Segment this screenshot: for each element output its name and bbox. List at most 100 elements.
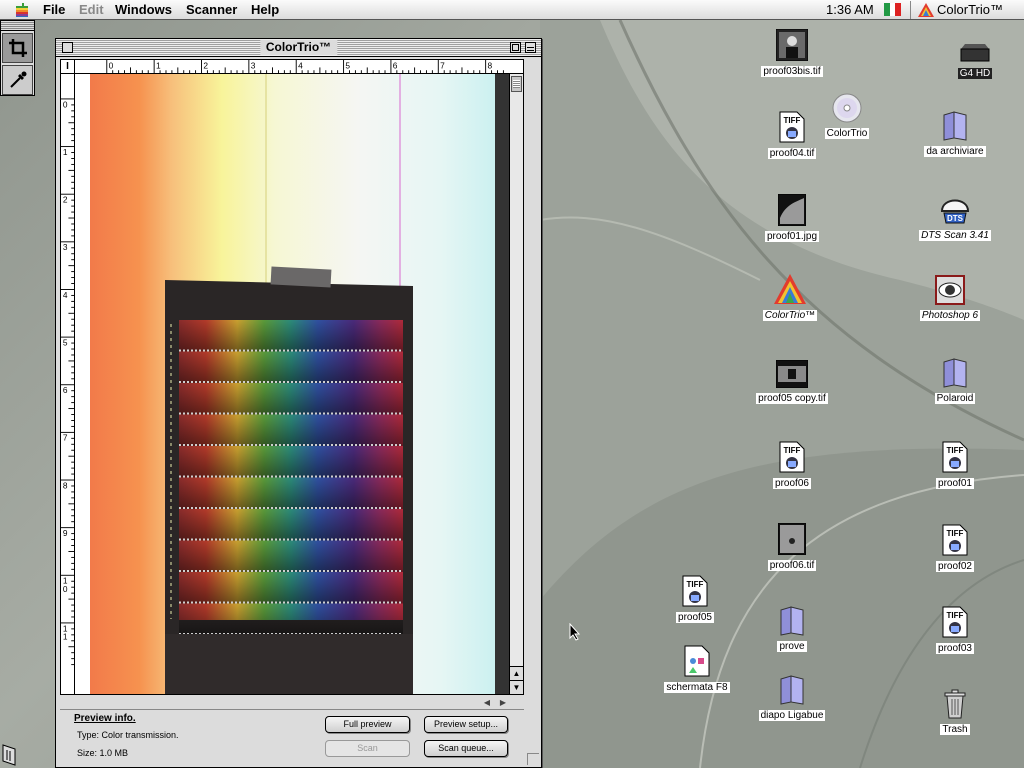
icon-label: proof01 <box>936 478 974 489</box>
scan-preview-image[interactable] <box>75 74 509 694</box>
collapse-box[interactable] <box>525 42 536 53</box>
desktop-icon-schermata-f8[interactable]: schermata F8 <box>655 645 739 695</box>
tiff-document-icon: TIFF <box>942 524 968 556</box>
ruler-left-label: 3 <box>63 242 68 252</box>
window-resize-box[interactable] <box>527 753 539 765</box>
scan-queue-button[interactable]: Scan queue... <box>424 740 508 757</box>
window-title: ColorTrio™ <box>259 40 338 55</box>
crop-tool-button[interactable] <box>2 33 33 63</box>
crop-icon <box>8 39 27 57</box>
svg-text:TIFF: TIFF <box>947 529 964 538</box>
menu-clock[interactable]: 1:36 AM <box>826 2 874 17</box>
ruler-left-label: 4 <box>63 290 68 300</box>
icon-label: Photoshop 6 <box>919 310 981 321</box>
preview-setup-button[interactable]: Preview setup... <box>424 716 508 733</box>
tiff-document-icon: TIFF <box>682 575 708 607</box>
icon-label: Polaroid <box>934 393 976 404</box>
desktop-icon-proof05copy[interactable]: proof05 copy.tif <box>750 360 834 406</box>
icon-label: Trash <box>940 724 970 735</box>
photoshop-app-icon <box>935 275 965 305</box>
tiff-document-icon: TIFF <box>942 606 968 638</box>
desktop-icon-trash[interactable]: Trash <box>913 689 997 737</box>
application-menu-label: ColorTrio™ <box>937 2 1003 17</box>
apple-menu-icon[interactable] <box>14 2 30 18</box>
ruler-top-label: 8 <box>488 60 493 70</box>
desktop-icon-polaroid[interactable]: Polaroid <box>913 358 997 406</box>
zoom-box[interactable] <box>510 42 521 53</box>
icon-label: proof04.tif <box>767 148 817 159</box>
icon-label: schermata F8 <box>664 682 730 693</box>
desktop-icon-proof06tif[interactable]: proof06.tif <box>750 523 834 573</box>
horizontal-scrollbar[interactable]: ◀ ▶ <box>60 696 524 710</box>
menu-file[interactable]: File <box>43 2 65 18</box>
colortrio-window: ColorTrio™ I 012345678 01234567891011 ▲ … <box>55 38 542 768</box>
ruler-left-label: 1 <box>63 632 68 642</box>
desktop-icon-proof03[interactable]: TIFF proof03 <box>913 606 997 656</box>
ruler-left-label: 9 <box>63 528 68 538</box>
film-frame-row <box>179 540 403 572</box>
icon-label: G4 HD <box>957 68 993 79</box>
ruler-left-label: 8 <box>63 480 68 490</box>
ruler-left-label: 1 <box>63 147 68 157</box>
menu-edit[interactable]: Edit <box>79 2 104 18</box>
photo-thumbnail-icon <box>778 194 806 226</box>
palette-title-bar[interactable] <box>1 21 34 31</box>
eyedropper-tool-button[interactable] <box>2 65 33 95</box>
colortrio-app-icon <box>774 274 806 304</box>
icon-label: proof06 <box>773 478 811 489</box>
ruler-left-label: 7 <box>63 433 68 443</box>
icon-label: proof01.jpg <box>764 231 820 242</box>
desktop-icon-prove[interactable]: prove <box>750 606 834 654</box>
desktop-icon-proof03bis[interactable]: proof03bis.tif <box>750 29 834 79</box>
menu-windows[interactable]: Windows <box>115 2 172 18</box>
icon-label: proof05 copy.tif <box>756 393 828 404</box>
ruler-corner-box[interactable]: I <box>61 60 75 74</box>
desktop-icon-photoshop[interactable]: Photoshop 6 <box>908 275 992 323</box>
icon-label: diapo Ligabue <box>758 710 826 721</box>
colortrio-app-icon <box>918 3 934 17</box>
full-preview-button[interactable]: Full preview <box>325 716 410 733</box>
collapsed-palette-tab-icon[interactable] <box>2 744 18 766</box>
trash-icon <box>944 689 966 719</box>
eyedropper-icon <box>9 71 26 88</box>
svg-text:TIFF: TIFF <box>947 611 964 620</box>
menu-divider <box>910 1 911 19</box>
ruler-vertical: 01234567891011 <box>61 74 75 694</box>
scan-button[interactable]: Scan <box>325 740 410 757</box>
desktop-icon-colortrio-alias[interactable]: ColorTrio™ <box>748 273 832 323</box>
ruler-top-label: 2 <box>203 60 208 70</box>
svg-text:TIFF: TIFF <box>784 116 801 125</box>
desktop-icon-proof01[interactable]: TIFF proof01 <box>913 441 997 491</box>
desktop-icon-proof01jpg[interactable]: proof01.jpg <box>750 194 834 244</box>
dts-scan-app-icon: DTS <box>940 199 970 224</box>
desktop-icon-dts-scan[interactable]: DTS DTS Scan 3.41 <box>913 193 997 243</box>
preview-type-text: Type: Color transmission. <box>77 730 179 740</box>
tool-palette <box>0 20 35 96</box>
keyboard-layout-flag-icon[interactable] <box>884 3 902 16</box>
icon-label: proof06.tif <box>767 560 817 571</box>
scroll-down-arrow[interactable]: ▼ <box>510 680 523 694</box>
menu-scanner[interactable]: Scanner <box>186 2 237 18</box>
ruler-left-label: 6 <box>63 385 68 395</box>
close-box[interactable] <box>62 42 73 53</box>
photo-thumbnail-icon <box>776 29 808 61</box>
menu-help[interactable]: Help <box>251 2 279 18</box>
desktop-icon-diapo-ligabue[interactable]: diapo Ligabue <box>750 675 834 723</box>
desktop-icon-proof06[interactable]: TIFF proof06 <box>750 441 834 491</box>
window-title-bar[interactable]: ColorTrio™ <box>56 39 541 57</box>
scroll-right-arrow[interactable]: ▶ <box>496 697 510 709</box>
desktop-icon-proof04[interactable]: TIFF proof04.tif <box>750 111 834 161</box>
desktop-icon-proof02[interactable]: TIFF proof02 <box>913 524 997 574</box>
folder-icon <box>780 675 804 705</box>
scroll-up-arrow[interactable]: ▲ <box>510 666 523 680</box>
desktop-icon-g4-hd[interactable]: G4 HD <box>933 43 1017 81</box>
svg-text:TIFF: TIFF <box>784 446 801 455</box>
icon-label: proof03bis.tif <box>761 66 823 77</box>
desktop-icon-proof05[interactable]: TIFF proof05 <box>653 575 737 625</box>
desktop-icon-da-archiviare[interactable]: da archiviare <box>913 111 997 159</box>
vertical-scrollbar[interactable]: ▲ ▼ <box>509 74 523 694</box>
application-menu[interactable]: ColorTrio™ <box>918 2 1003 17</box>
svg-text:TIFF: TIFF <box>687 580 704 589</box>
scroll-left-arrow[interactable]: ◀ <box>480 697 494 709</box>
scroll-thumb[interactable] <box>511 76 522 92</box>
